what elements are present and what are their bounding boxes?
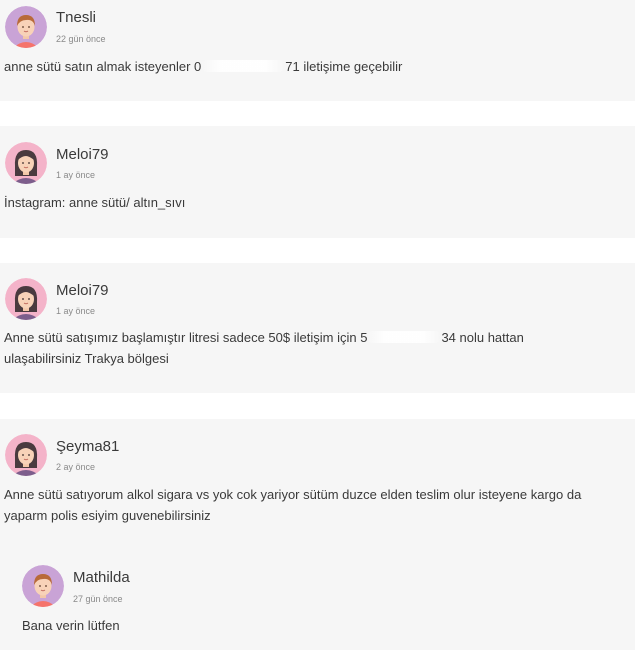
comment-text: Anne sütü satışımız başlamıştır litresi …: [4, 330, 524, 366]
comment-text: İnstagram: anne sütü/ altın_sıvı: [4, 195, 186, 210]
comment-time: 1 ay önce: [56, 170, 96, 180]
reply-time: 27 gün önce: [73, 594, 123, 604]
reply-username[interactable]: Mathilda: [73, 569, 130, 586]
comment-username[interactable]: Meloi79: [56, 146, 109, 163]
reply-text: Bana verin lütfen: [22, 618, 120, 633]
comment-card: Tnesli 22 gün önce anne sütü satın almak…: [0, 0, 635, 101]
comment-username[interactable]: Tnesli: [56, 9, 96, 26]
comment-time: 2 ay önce: [56, 462, 96, 472]
comment-text: anne sütü satın almak isteyenler 0 71 ile…: [4, 59, 403, 74]
woman-long-hair-avatar-icon[interactable]: [5, 142, 47, 184]
comment-text: Anne sütü satıyorum alkol sigara vs yok …: [4, 487, 582, 523]
woman-short-hair-avatar-icon[interactable]: [5, 6, 47, 48]
comment-time: 22 gün önce: [56, 34, 106, 44]
comment-username[interactable]: Şeyma81: [56, 438, 119, 455]
comment-card: Meloi79 1 ay önce İnstagram: anne sütü/ …: [0, 126, 635, 238]
comment-time: 1 ay önce: [56, 306, 96, 316]
redacted-text: [367, 331, 442, 343]
comment-username[interactable]: Meloi79: [56, 282, 109, 299]
redacted-text: [201, 60, 286, 72]
woman-long-hair-avatar-icon[interactable]: [5, 278, 47, 320]
woman-long-hair-avatar-icon[interactable]: [5, 434, 47, 476]
comment-card: Meloi79 1 ay önce Anne sütü satışımız ba…: [0, 263, 635, 393]
woman-short-hair-avatar-icon[interactable]: [22, 565, 64, 607]
comment-card: Şeyma81 2 ay önce Anne sütü satıyorum al…: [0, 419, 635, 650]
